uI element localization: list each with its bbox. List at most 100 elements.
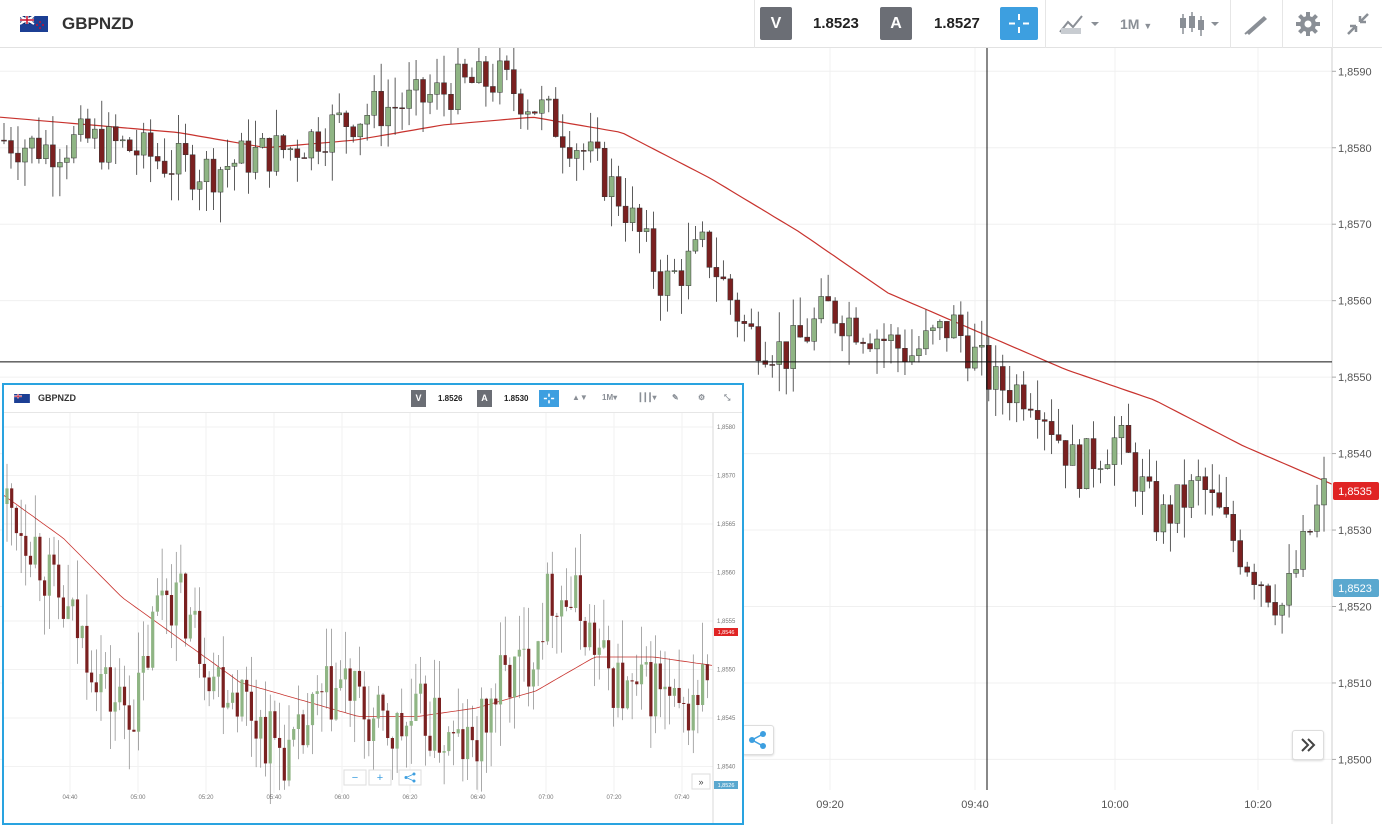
settings-button[interactable] (1294, 10, 1322, 38)
inset-chart-type-button[interactable]: ▲▼ (572, 393, 588, 402)
candle-body (550, 573, 554, 616)
zoom-out-icon: − (352, 772, 358, 784)
candle-body (483, 61, 489, 87)
scroll-to-latest-button[interactable] (1292, 730, 1324, 760)
candle-body (155, 595, 159, 612)
candle-body (592, 622, 597, 655)
inset-sell-badge[interactable]: V (411, 390, 426, 407)
candle-body (315, 131, 322, 152)
candle-body (409, 720, 413, 726)
y-tick-label: 1,8580 (717, 425, 736, 431)
timeframe-button[interactable]: 1M ▼ (1120, 16, 1152, 44)
inset-symbol-title: GBPNZD (38, 393, 76, 403)
buy-price[interactable]: 1.8527 (934, 15, 980, 32)
candle-body (118, 686, 122, 703)
candle-body (14, 507, 18, 534)
inset-timeframe-button[interactable]: 1M▾ (602, 393, 617, 402)
candle-body (658, 663, 662, 690)
candle-body (226, 702, 230, 708)
candle-body (112, 126, 119, 142)
candle-body (434, 82, 440, 95)
candle-body (301, 714, 305, 746)
share-button[interactable] (742, 725, 774, 755)
y-tick-label: 1,8560 (717, 571, 736, 577)
inset-candlestick-chart[interactable]: 1,8580 1,8570 1,8565 1,8560 1,8555 1,8550 1,85… (4, 413, 742, 823)
candle-body (611, 668, 615, 708)
candle-body (484, 698, 488, 733)
candle-body (179, 573, 183, 583)
candle-body (566, 147, 573, 159)
candle-body (306, 725, 310, 746)
y-tick-label: 1,8530 (1338, 525, 1372, 537)
candle-body (448, 93, 454, 110)
buy-badge[interactable]: A (880, 7, 912, 40)
candle-body (294, 148, 301, 158)
candle-body (334, 688, 338, 720)
candle-body (85, 118, 91, 139)
candle-body (553, 98, 559, 137)
candle-type-button[interactable] (1178, 10, 1224, 38)
x-tick-label: 10:00 (1101, 799, 1129, 811)
candle-body (705, 664, 709, 681)
candle-body (57, 564, 61, 598)
candle-body (71, 134, 77, 159)
candle-body (498, 655, 503, 705)
candle-body (1314, 504, 1320, 532)
candle-body (188, 614, 192, 639)
crosshair-icon (1009, 14, 1029, 33)
inset-zoom-controls[interactable]: − + » (343, 769, 711, 790)
sell-price[interactable]: 1.8523 (813, 15, 859, 32)
inset-toolbar: GBPNZD V 1.8526 A 1.8530 ▲▼ 1M▾ ┃┃┃▾ ✎ ⚙… (4, 385, 742, 413)
candle-body (33, 536, 37, 565)
crosshair-button[interactable] (1000, 7, 1038, 40)
candle-body (692, 239, 699, 252)
candle-body (720, 276, 727, 280)
candle-body (545, 573, 550, 642)
draw-icon (1244, 16, 1267, 35)
collapse-button[interactable] (1344, 10, 1372, 38)
inset-collapse-icon[interactable]: ⤡ (724, 393, 730, 403)
candle-body (951, 314, 957, 339)
candle-body (475, 740, 479, 762)
candle-body (480, 698, 484, 762)
candle-body (664, 270, 671, 296)
candlestick-icon (1180, 12, 1219, 36)
candle-body (28, 555, 33, 565)
candle-body (146, 655, 150, 668)
share-button[interactable] (398, 769, 422, 786)
inset-chart-window[interactable]: GBPNZD V 1.8526 A 1.8530 ▲▼ 1M▾ ┃┃┃▾ ✎ ⚙… (2, 383, 744, 825)
inset-buy-price[interactable]: 1.8530 (504, 394, 528, 403)
candle-body (442, 751, 446, 753)
inset-draw-button[interactable]: ✎ (672, 393, 679, 402)
y-tick-label: 1,8520 (1338, 602, 1372, 614)
draw-button[interactable] (1242, 10, 1270, 38)
gear-icon (1296, 12, 1320, 36)
candle-body (578, 575, 582, 621)
candle-body (99, 673, 103, 693)
y-tick-label: 1,8565 (717, 522, 736, 528)
inset-crosshair-button[interactable] (539, 390, 559, 407)
candle-body (944, 321, 950, 339)
candle-body (923, 330, 929, 350)
y-tick-label: 1,8555 (717, 619, 736, 625)
inset-buy-badge[interactable]: A (477, 390, 492, 407)
chart-type-button[interactable] (1058, 10, 1102, 38)
y-tick-label: 1,8510 (1338, 678, 1372, 690)
candle-body (1111, 437, 1118, 465)
candle-body (1118, 424, 1125, 439)
inset-gear-icon[interactable]: ⚙ (698, 393, 705, 402)
candle-body (357, 670, 362, 687)
candle-body (259, 137, 266, 148)
candle-body (818, 296, 824, 320)
inset-sell-price[interactable]: 1.8526 (438, 394, 462, 403)
candle-body (263, 716, 268, 764)
inset-candle-type-button[interactable]: ┃┃┃▾ (638, 393, 656, 402)
sell-badge[interactable]: V (760, 7, 792, 40)
candle-body (329, 666, 333, 720)
candle-body (762, 360, 769, 365)
candle-body (741, 321, 748, 324)
candle-body (1230, 514, 1236, 541)
candle-body (406, 89, 412, 109)
x-tick-label: 07:40 (674, 795, 690, 801)
candle-body (536, 641, 540, 670)
